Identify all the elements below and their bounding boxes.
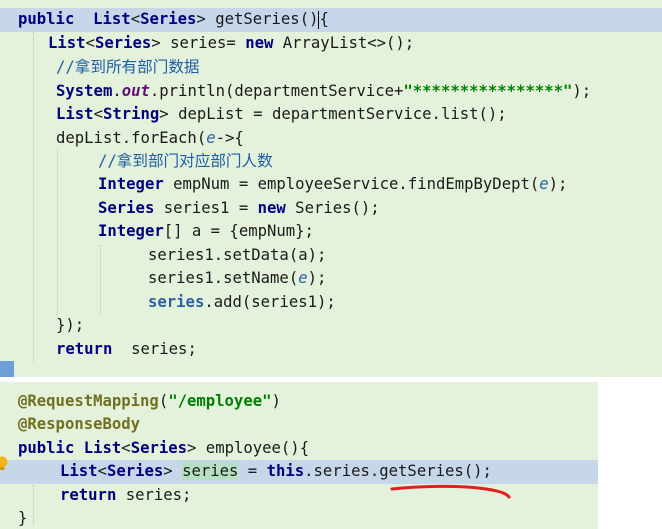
code-token: List xyxy=(48,34,86,52)
code-token: e xyxy=(298,269,308,287)
code-token: .series.getSeries(); xyxy=(304,462,492,480)
code-token: series xyxy=(182,462,239,480)
code-token: Integer xyxy=(98,175,164,193)
code-token: "****************" xyxy=(403,82,573,100)
code-token: < xyxy=(93,105,103,123)
code-token: ); xyxy=(572,82,592,100)
code-line[interactable]: public List<Series> employee(){ xyxy=(18,437,309,460)
code-line[interactable]: @RequestMapping("/employee") xyxy=(18,390,281,413)
code-token: ( xyxy=(158,392,169,410)
code-token: ->{ xyxy=(215,129,244,147)
code-token: public xyxy=(18,10,75,28)
code-token: series1 = xyxy=(154,199,258,217)
code-line[interactable]: List<String> depList = departmentService… xyxy=(56,103,507,126)
code-line[interactable]: Integer empNum = employeeService.findEmp… xyxy=(98,173,567,196)
code-token: @ResponseBody xyxy=(18,415,141,433)
code-line[interactable]: public List<Series> getSeries(){ xyxy=(18,8,329,31)
code-line[interactable]: series1.setName(e); xyxy=(148,267,326,290)
code-token: List xyxy=(83,439,122,457)
code-line[interactable]: System.out.println(departmentService+"**… xyxy=(56,80,591,103)
code-token: Series(); xyxy=(285,199,380,217)
code-panel-employee[interactable]: @RequestMapping("/employee") @ResponseBod… xyxy=(0,382,598,529)
code-token: Series xyxy=(98,199,155,217)
code-token: series; xyxy=(116,486,192,504)
code-token: > getSeries() xyxy=(196,10,319,28)
code-token: ); xyxy=(548,175,568,193)
code-token: new xyxy=(245,34,274,52)
indent-guide xyxy=(100,245,101,315)
code-line[interactable]: } xyxy=(18,507,27,529)
code-token: //拿到部门对应部门人数 xyxy=(98,152,273,170)
code-token: . xyxy=(112,82,122,100)
code-token: < xyxy=(85,34,95,52)
code-token: series xyxy=(148,293,205,311)
code-token: e xyxy=(206,129,216,147)
code-line[interactable]: depList.forEach(e->{ xyxy=(56,127,244,150)
code-token: this xyxy=(266,462,305,480)
code-token: String xyxy=(102,105,160,123)
indent-guide xyxy=(57,150,58,315)
code-line[interactable]: Series series1 = new Series(); xyxy=(98,197,380,220)
code-token: empNum = employeeService.findEmpByDept( xyxy=(163,175,540,193)
code-token: ArrayList<>(); xyxy=(273,34,415,52)
code-token: Series xyxy=(140,10,197,28)
red-underline-annotation xyxy=(390,484,511,499)
code-line[interactable]: List<Series> series= new ArrayList<>(); xyxy=(48,32,414,55)
code-line[interactable]: }); xyxy=(56,314,84,337)
code-token: [] a = {empNum}; xyxy=(163,222,314,240)
code-token: > depList = departmentService.list(); xyxy=(159,105,507,123)
indent-guide xyxy=(33,32,34,362)
code-token: "/employee" xyxy=(168,392,272,410)
code-token: ); xyxy=(307,269,327,287)
indent-guide xyxy=(33,485,34,525)
code-token: < xyxy=(130,10,141,28)
code-line[interactable]: Integer[] a = {empNum}; xyxy=(98,220,314,243)
code-token: ) xyxy=(271,392,281,410)
code-token: List xyxy=(93,10,131,28)
code-line[interactable]: //拿到部门对应部门人数 xyxy=(98,150,273,173)
code-token: e xyxy=(539,175,549,193)
code-token: .println(departmentService+ xyxy=(149,82,404,100)
code-token: = xyxy=(238,462,267,480)
code-token: series1.setData(a); xyxy=(148,246,327,264)
code-token: List xyxy=(56,105,94,123)
code-line[interactable]: //拿到所有部门数据 xyxy=(56,56,200,79)
code-token: > xyxy=(163,462,183,480)
code-token: //拿到所有部门数据 xyxy=(56,58,200,76)
code-token: Series xyxy=(106,462,164,480)
code-token: } xyxy=(18,509,28,527)
code-token: > series= xyxy=(151,34,246,52)
code-token: .add(series1); xyxy=(204,293,336,311)
code-line[interactable]: return series; xyxy=(56,338,197,361)
light-bulb-icon[interactable] xyxy=(0,456,9,472)
code-token: public xyxy=(18,439,75,457)
code-token: Series xyxy=(130,439,188,457)
code-token: series; xyxy=(112,340,197,358)
code-token: @RequestMapping xyxy=(18,392,159,410)
code-token: depList.forEach( xyxy=(56,129,207,147)
code-token: System xyxy=(56,82,113,100)
fold-marker-icon[interactable] xyxy=(0,361,14,377)
code-token: }); xyxy=(56,316,85,334)
code-token: { xyxy=(319,10,329,28)
code-token: new xyxy=(257,199,286,217)
code-token: < xyxy=(121,439,131,457)
code-token: < xyxy=(97,462,107,480)
code-line[interactable]: return series; xyxy=(60,484,191,507)
code-token: return xyxy=(56,340,113,358)
code-panel-get-series[interactable]: public List<Series> getSeries(){List<Ser… xyxy=(0,0,662,377)
code-token: series1.setName( xyxy=(148,269,299,287)
code-token: Series xyxy=(94,34,152,52)
code-line[interactable]: @ResponseBody xyxy=(18,413,140,436)
code-line[interactable]: series1.setData(a); xyxy=(148,244,326,267)
code-token: Integer xyxy=(98,222,164,240)
code-line[interactable]: series.add(series1); xyxy=(148,291,336,314)
code-token: out xyxy=(121,82,150,100)
code-token: List xyxy=(60,462,98,480)
code-token: return xyxy=(60,486,117,504)
code-token: > employee(){ xyxy=(187,439,310,457)
